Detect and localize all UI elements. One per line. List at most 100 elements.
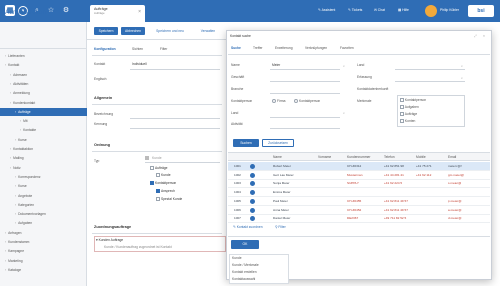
sidebar-item[interactable]: › Kurse [0,182,87,191]
search-icon[interactable]: ⌕ [343,64,345,68]
top-link-chat[interactable]: ✉ Chat [374,8,385,12]
table-row[interactable]: 1007 Daniel Meier DE2367 +49 711 82 52 5 d.m… [228,214,490,224]
column-header[interactable]: Kundennummer [347,155,370,159]
radio-kontaktperson[interactable]: Kontaktperson [294,99,320,104]
tab-suche[interactable]: Suche [231,46,241,50]
top-link-assistant[interactable]: ✎ Assistent [318,8,335,12]
dropdown-item[interactable]: Kontaktauswahl [232,277,255,281]
cancel-button[interactable]: Abbrechen [121,27,145,35]
star-icon[interactable]: ☆ [46,6,56,16]
table-row[interactable]: 1003 Sonja Meier SUPPLY +41 62 224 5 s.meier… [228,179,490,189]
tab-erweiterung[interactable]: Erweiterung [275,46,293,50]
sidebar-item[interactable]: › Kontaktaktion [0,145,87,154]
chevron-right-icon[interactable]: › [5,259,6,263]
chevron-right-icon[interactable]: › [15,194,16,198]
gear-icon[interactable]: ⚙ [61,6,71,16]
chevron-right-icon[interactable]: › [5,54,6,58]
checkbox[interactable] [400,119,404,124]
chevron-right-icon[interactable]: › [10,73,11,77]
save-button[interactable]: Speichern [94,27,118,35]
radio-firma[interactable]: Firma [272,99,285,104]
chevron-right-icon[interactable]: › [10,82,11,86]
table-row[interactable]: 1006 Anna Meier CH-Z0452 +41 62 811 49 57 a.… [228,206,490,215]
checkbox[interactable] [150,166,154,171]
tree-item[interactable]: Spezial Kunde [156,197,182,202]
filter-link[interactable]: ⚲ Filter [275,225,286,229]
field-value[interactable]: Individuell [132,62,147,66]
tab-verknuepfungen[interactable]: Verknüpfungen [305,46,327,50]
list-item[interactable]: Aufgaben [400,105,419,110]
checkbox[interactable] [400,98,404,103]
list-item[interactable]: Kontaktperson [400,98,426,103]
table-row[interactable]: 1002 Gert Lau Meier Musterman +41 44 281 41… [228,171,490,180]
type-select[interactable]: Kunde [152,156,162,160]
close-icon[interactable]: × [483,34,485,38]
assign-contact-link[interactable]: ✎ Kontakt zuordnen [233,225,263,229]
sidebar-item[interactable]: › Dokumentvorlagen [0,210,87,219]
table-row[interactable]: 1001 Robert Meier CH-Z0312 +41 62 851 98 +41… [228,162,490,171]
avatar[interactable] [425,5,437,17]
column-header[interactable]: Mobile [416,155,426,159]
sidebar-item[interactable]: › Kataloge [0,266,87,275]
chevron-right-icon[interactable]: › [15,110,16,114]
chevron-right-icon[interactable]: › [10,166,11,170]
chevron-right-icon[interactable]: › [5,231,6,235]
tree-item[interactable]: Aufträge [150,166,167,171]
list-item[interactable]: Aufträge [400,112,417,117]
tab-favoriten[interactable]: Favoriten [340,46,354,50]
chevron-right-icon[interactable]: › [15,221,16,225]
sidebar-item[interactable]: › Aktivitäten [0,80,87,89]
chevron-right-icon[interactable]: › [20,119,21,123]
sidebar-item[interactable]: › Kategorien [0,201,87,210]
manage-button[interactable]: Verwalten [196,27,220,35]
chevron-right-icon[interactable]: › [15,184,16,188]
checkbox[interactable] [400,105,404,110]
sidebar-item[interactable]: › Kurse [0,136,87,145]
search-button[interactable]: Suchen [233,139,259,147]
radio[interactable] [272,99,276,104]
checkbox[interactable] [150,181,154,186]
checkbox[interactable] [156,173,160,178]
tab-filter[interactable]: Filter [160,47,167,51]
column-header[interactable]: Email [448,155,456,159]
chevron-right-icon[interactable]: › [20,128,21,132]
sidebar-item[interactable]: › Angebote [0,192,87,201]
sidebar-item[interactable]: › Anmeldung [0,89,87,98]
save-new-button[interactable]: Speichern und neu [148,27,192,35]
user-name[interactable]: Philip Kübler [440,8,459,12]
sidebar-item[interactable]: › Kampagne [0,247,87,256]
checkbox[interactable] [156,197,160,202]
assignment-item[interactable]: ▾ Kunden Auftrage [96,238,123,242]
sidebar-item[interactable]: › Mit [0,117,87,126]
sidebar-item[interactable]: › Kontakte [0,126,87,135]
sidebar-item[interactable]: › Aufgaben [0,219,87,228]
tree-item[interactable]: Ansprech [156,189,175,194]
chevron-right-icon[interactable]: › [5,268,6,272]
chevron-right-icon[interactable]: › [5,249,6,253]
sidebar-item[interactable]: › Aufträge [0,107,87,117]
tab-konfiguration[interactable]: Konfiguration [94,47,116,51]
chevron-right-icon[interactable]: › [10,101,11,105]
table-row[interactable]: 1004 Emma Meier [228,188,490,198]
column-header[interactable]: Name [273,155,282,159]
column-header[interactable]: Telefon [384,155,395,159]
ok-button[interactable]: OK [231,240,259,249]
checkbox[interactable] [156,189,160,194]
expand-icon[interactable]: ⤢ [474,34,477,38]
tab-sichten[interactable]: Sichten [132,47,143,51]
chevron-right-icon[interactable]: › [5,240,6,244]
tree-item[interactable]: Kunde [156,173,171,178]
chevron-right-icon[interactable]: › [15,212,16,216]
chevron-right-icon[interactable]: › [5,63,6,67]
sidebar-item[interactable]: › Korrespondenz [0,173,87,182]
dropdown-item[interactable]: Kontakt erstellen [232,270,257,274]
sidebar-item[interactable]: › Kundenstamm [0,238,87,247]
chevron-right-icon[interactable]: › [15,175,16,179]
search-icon[interactable]: ⌕ [461,64,463,68]
dropdown-item[interactable]: Kunde [232,256,242,260]
sidebar-item[interactable]: › Mailing [0,154,87,163]
name-input[interactable]: Meier [272,63,280,67]
list-item[interactable]: Konten [400,119,415,124]
chevron-right-icon[interactable]: › [15,203,16,207]
chevron-right-icon[interactable]: › [10,91,11,95]
